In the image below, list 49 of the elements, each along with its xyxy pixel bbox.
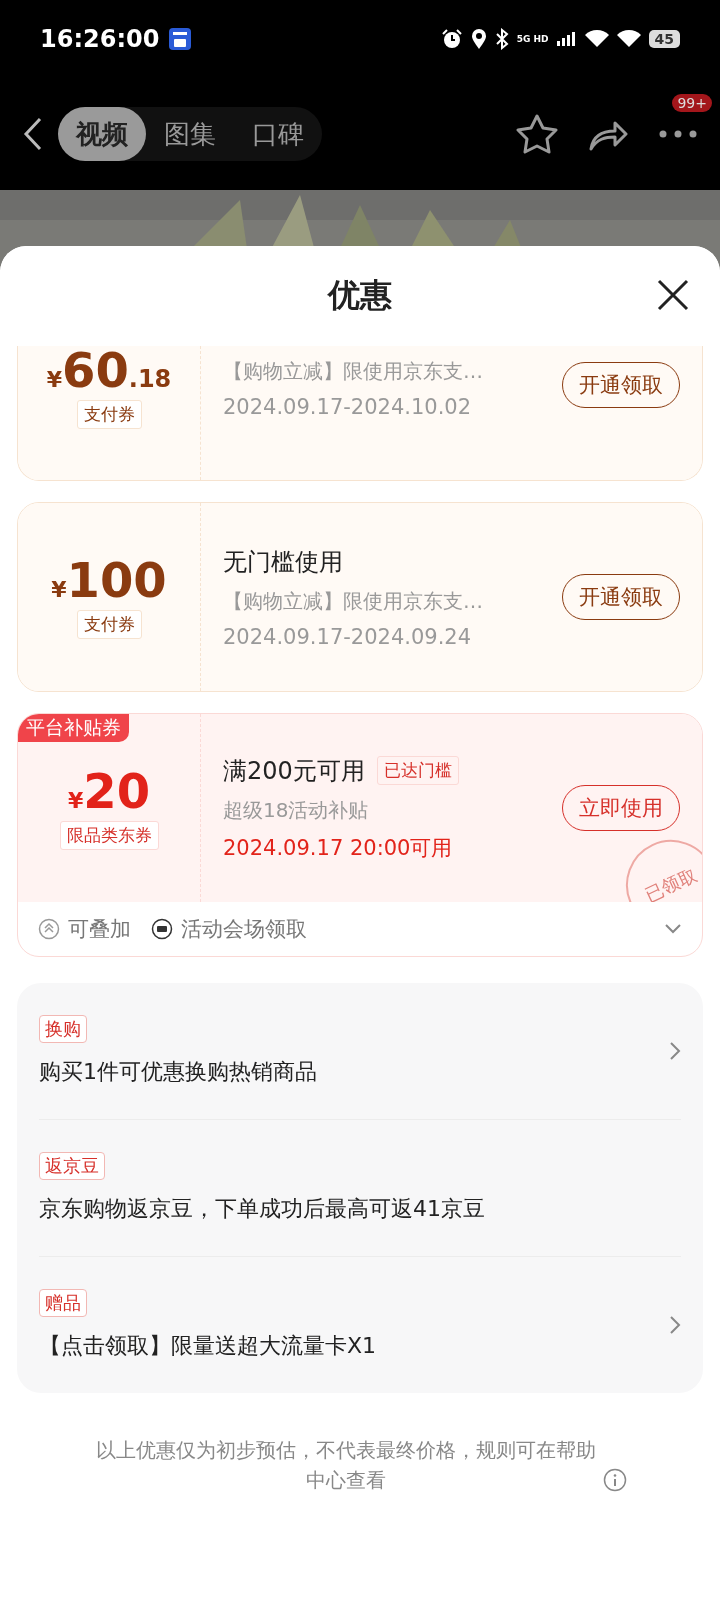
battery-indicator: 45 bbox=[648, 30, 680, 48]
coupon-validity: 2024.09.17-2024.10.02 bbox=[223, 395, 473, 419]
alarm-icon bbox=[440, 28, 463, 50]
tab[interactable]: 图集 bbox=[146, 107, 234, 161]
coupon-amount: ¥20 bbox=[67, 766, 151, 815]
coupon-description: 【购物立减】限使用京东支… bbox=[223, 587, 484, 615]
tab[interactable]: 口碑 bbox=[234, 107, 322, 161]
sheet-title: 优惠 bbox=[328, 275, 392, 316]
coupon-amount: ¥60.18 bbox=[46, 346, 172, 394]
info-icon[interactable] bbox=[603, 1468, 627, 1492]
stack-icon bbox=[38, 918, 60, 940]
coupon-type-tag: 限品类东券 bbox=[59, 820, 159, 850]
network-label: 5G HD bbox=[516, 34, 549, 44]
back-icon[interactable] bbox=[22, 117, 44, 151]
coupon-status-tag: 已达门槛 bbox=[376, 756, 459, 785]
coupon-description: 超级18活动补贴 bbox=[223, 796, 370, 824]
close-icon[interactable] bbox=[656, 278, 690, 312]
promo-tag: 赠品 bbox=[39, 1289, 87, 1317]
coupon-feature: 活动会场领取 bbox=[181, 916, 307, 943]
notification-badge: 99+ bbox=[672, 94, 712, 112]
coupon-title: 满200元可用 bbox=[223, 755, 365, 787]
more-icon[interactable] bbox=[658, 129, 698, 139]
promo-tag: 换购 bbox=[39, 1015, 87, 1043]
location-icon bbox=[470, 28, 487, 50]
promo-text: 【点击领取】限量送超大流量卡X1 bbox=[39, 1332, 377, 1360]
coupon-type-tag: 支付券 bbox=[76, 609, 142, 639]
coupon-feature: 可叠加 bbox=[68, 916, 131, 943]
promo-tag: 返京豆 bbox=[39, 1152, 105, 1180]
bluetooth-icon bbox=[494, 28, 509, 50]
chevron-right-icon[interactable] bbox=[669, 1041, 681, 1061]
tab[interactable]: 视频 bbox=[58, 107, 146, 161]
disclaimer-text: 以上优惠仅为初步预估，不代表最终价格，规则可在帮助中心查看 bbox=[95, 1437, 597, 1494]
coupon-title: 无门槛使用 bbox=[223, 546, 343, 578]
promo-text: 京东购物返京豆，下单成功后最高可返41京豆 bbox=[39, 1195, 485, 1223]
signal-icon bbox=[556, 32, 577, 46]
coupon-corner-label: 平台补贴券 bbox=[18, 714, 129, 742]
chevron-right-icon[interactable] bbox=[669, 1315, 681, 1335]
coupon-validity: 2024.09.17-2024.09.24 bbox=[223, 624, 473, 649]
ticket-icon bbox=[151, 918, 173, 940]
wifi-icon bbox=[616, 29, 641, 49]
clock: 16:26:00 bbox=[40, 25, 160, 53]
coupon-type-tag: 支付券 bbox=[76, 400, 142, 429]
wifi-icon bbox=[584, 29, 609, 49]
star-icon[interactable] bbox=[516, 114, 558, 154]
chevron-down-icon[interactable] bbox=[664, 923, 682, 935]
coupon-validity: 2024.09.17 20:00可用 bbox=[223, 834, 454, 862]
coupon-amount: ¥100 bbox=[51, 555, 167, 604]
promo-text: 购买1件可优惠换购热销商品 bbox=[39, 1058, 317, 1086]
coupon-description: 【购物立减】限使用京东支… bbox=[223, 358, 484, 385]
